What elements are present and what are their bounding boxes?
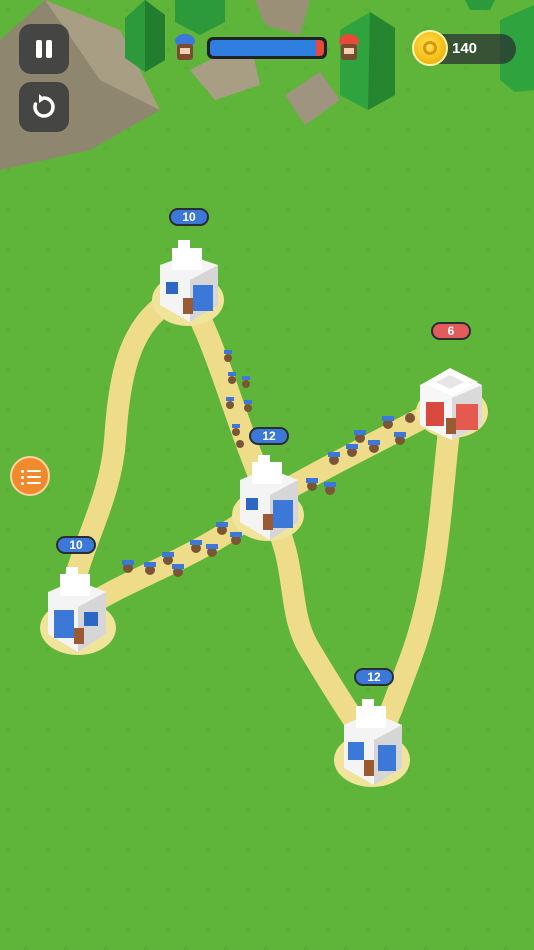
game-scene xyxy=(0,0,534,950)
restart-button[interactable] xyxy=(19,82,69,132)
tower-bottom-troop-count: 12 xyxy=(354,668,394,686)
tower-right-troop-count: 6 xyxy=(431,322,471,340)
tower-center-troop-count: 12 xyxy=(249,427,289,445)
tower-top-left-troop-count: 10 xyxy=(169,208,209,226)
restart-icon xyxy=(33,94,55,118)
tower-bottom-left-troop-count: 10 xyxy=(56,536,96,554)
coin-icon xyxy=(412,30,448,66)
territory-progress-bar xyxy=(207,37,327,59)
red-soldier-icon xyxy=(339,34,359,60)
pause-button[interactable] xyxy=(19,24,69,74)
list-menu-icon xyxy=(27,470,41,472)
pause-icon xyxy=(36,40,52,58)
coin-value: 140 xyxy=(452,40,478,57)
blue-soldier-icon xyxy=(175,34,195,60)
menu-button[interactable] xyxy=(10,456,50,496)
coin-counter: 140 xyxy=(412,30,516,66)
player-territory-fill xyxy=(210,40,317,56)
